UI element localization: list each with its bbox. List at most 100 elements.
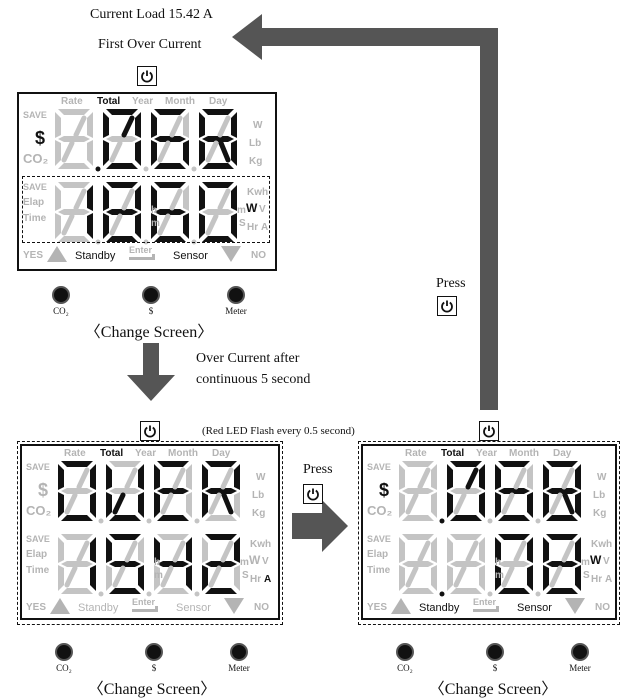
segment-diagonal (112, 492, 126, 515)
segment-g (402, 561, 434, 567)
segment-a (498, 534, 530, 540)
enter-icon[interactable] (473, 606, 499, 612)
segment-a (450, 461, 482, 467)
tab-rate: Rate (64, 448, 86, 459)
unit-m: m (495, 570, 504, 581)
enter-icon[interactable] (132, 606, 158, 612)
yes-label: YES (26, 602, 47, 613)
hardware-button-label: Meter (569, 663, 591, 673)
tab-rate: Rate (61, 96, 83, 107)
segment-a (157, 461, 189, 467)
segment-c (183, 140, 189, 166)
segment-e (154, 492, 160, 518)
time-label: Time (367, 565, 391, 576)
unit-s: S (239, 218, 246, 229)
segment-d (498, 515, 530, 521)
hardware-button-meter[interactable] (227, 286, 245, 304)
down-arrow-icon[interactable] (565, 598, 585, 614)
segment-d (546, 588, 578, 594)
segment-a (58, 109, 90, 115)
segment-b (186, 464, 192, 490)
up-arrow-icon[interactable] (50, 598, 70, 614)
segment-e (151, 140, 157, 166)
segment-c (138, 492, 144, 518)
segment-c (231, 140, 237, 166)
segment-c (479, 492, 485, 518)
segment-b (138, 464, 144, 490)
save-label-top: SAVE (367, 462, 391, 472)
segment-g (202, 136, 234, 142)
tab-total: Total (100, 448, 124, 459)
segment-f (106, 464, 112, 490)
elap-label: Elap (23, 197, 45, 208)
segment-b (234, 464, 240, 490)
unit-lb: Lb (252, 490, 265, 501)
segment-c (186, 565, 192, 591)
down-arrow-icon[interactable] (221, 246, 241, 262)
segment-a (157, 534, 189, 540)
down-arrow-icon[interactable] (224, 598, 244, 614)
segment-c (234, 565, 240, 591)
segment-e (202, 492, 208, 518)
segment-diagonal (218, 140, 231, 163)
segment-e (495, 492, 501, 518)
unit-hr: Hr (591, 574, 603, 585)
segment-diagonal (513, 540, 527, 563)
hardware-button-co2[interactable] (396, 643, 414, 661)
segment-diagonal (160, 492, 174, 515)
unit-a: A (605, 574, 613, 585)
segment-e (103, 140, 109, 166)
hardware-button-dollar[interactable] (145, 643, 163, 661)
segment-b (431, 464, 437, 490)
hardware-button-dollar[interactable] (142, 286, 160, 304)
decimal-dot (191, 166, 197, 172)
segment-diagonal (109, 140, 123, 163)
segment-diagonal (76, 540, 90, 563)
hardware-button-meter[interactable] (230, 643, 248, 661)
up-arrow-icon[interactable] (391, 598, 411, 614)
decimal-dot (146, 518, 152, 524)
segment-b (186, 537, 192, 563)
segment-diagonal (220, 540, 234, 563)
segment-diagonal (562, 492, 575, 515)
unit-hr: Hr (250, 574, 262, 585)
segment-g (546, 561, 578, 567)
segment-d (450, 515, 482, 521)
hardware-button-dollar[interactable] (486, 643, 504, 661)
segment-g (61, 488, 93, 494)
segment-diagonal (64, 492, 78, 515)
segment-c (186, 492, 192, 518)
segment-g (402, 488, 434, 494)
unit-h: h (495, 557, 502, 568)
segment-d (202, 163, 234, 169)
segment-diagonal (157, 140, 171, 163)
unit-kg: Kg (593, 508, 607, 519)
unit-w-power: W (590, 553, 602, 567)
decimal-dot (439, 591, 445, 597)
unit-kwh: Kwh (250, 539, 272, 550)
segment-f (202, 537, 208, 563)
unit-s: S (242, 570, 249, 581)
hardware-button-meter[interactable] (571, 643, 589, 661)
enter-icon[interactable] (129, 254, 155, 260)
segment-e (447, 565, 453, 591)
segment-f (199, 112, 205, 138)
segment-d (450, 588, 482, 594)
segment-d (154, 163, 186, 169)
segment-d (109, 588, 141, 594)
segment-c (431, 565, 437, 591)
save-label-bottom: SAVE (26, 534, 50, 544)
segment-a (546, 534, 578, 540)
segment-a (546, 461, 578, 467)
segment-e (106, 565, 112, 591)
segment-b (479, 464, 485, 490)
hardware-button-co2[interactable] (55, 643, 73, 661)
segment-diagonal (453, 492, 467, 515)
up-arrow-icon[interactable] (47, 246, 67, 262)
segment-digits (55, 109, 581, 597)
segment-diagonal (124, 467, 138, 490)
unit-h: h (151, 205, 158, 216)
hardware-button-co2[interactable] (52, 286, 70, 304)
unit-kg: Kg (249, 156, 263, 167)
segment-a (205, 534, 237, 540)
